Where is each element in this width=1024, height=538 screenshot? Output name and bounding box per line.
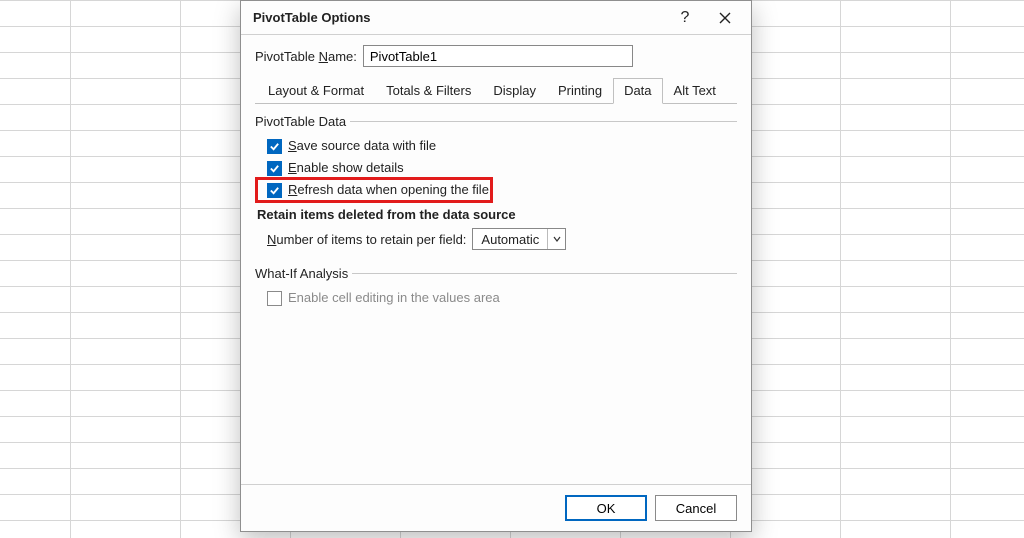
dialog-title: PivotTable Options [253, 10, 665, 25]
dialog-body: PivotTable Name: Layout & Format Totals … [241, 35, 751, 484]
name-label: PivotTable Name: [255, 49, 357, 64]
tab-printing[interactable]: Printing [547, 78, 613, 104]
select-retain-items-value: Automatic [473, 232, 547, 247]
checkbox-refresh-on-open[interactable] [267, 183, 282, 198]
pivottable-name-input[interactable] [363, 45, 633, 67]
check-icon [269, 141, 280, 152]
label-refresh-on-open: Refresh data when opening the file [288, 181, 489, 199]
row-enable-cell-editing: Enable cell editing in the values area [257, 287, 735, 309]
check-icon [269, 185, 280, 196]
title-bar: PivotTable Options ? [241, 1, 751, 35]
close-icon [719, 12, 731, 24]
retain-heading: Retain items deleted from the data sourc… [257, 201, 735, 226]
select-retain-items-button[interactable] [547, 229, 565, 249]
label-retain-items: Number of items to retain per field: [267, 232, 466, 247]
group-pivottable-data-legend: PivotTable Data [255, 114, 350, 129]
group-pivottable-data: PivotTable Data Save source data with fi… [255, 114, 737, 256]
tab-alt-text[interactable]: Alt Text [663, 78, 727, 104]
cancel-button[interactable]: Cancel [655, 495, 737, 521]
name-row: PivotTable Name: [255, 45, 737, 67]
row-retain-items: Number of items to retain per field: Aut… [257, 226, 735, 252]
close-button[interactable] [705, 4, 745, 32]
check-icon [269, 163, 280, 174]
tab-totals-filters[interactable]: Totals & Filters [375, 78, 482, 104]
tab-strip: Layout & Format Totals & Filters Display… [255, 77, 737, 104]
checkbox-enable-show-details[interactable] [267, 161, 282, 176]
tab-layout-format[interactable]: Layout & Format [257, 78, 375, 104]
tab-data[interactable]: Data [613, 78, 662, 104]
checkbox-enable-cell-editing [267, 291, 282, 306]
dialog-footer: OK Cancel [241, 484, 751, 531]
row-enable-show-details: Enable show details [257, 157, 735, 179]
label-enable-show-details: Enable show details [288, 159, 404, 177]
row-save-source-data: Save source data with file [257, 135, 735, 157]
help-button[interactable]: ? [665, 4, 705, 32]
checkbox-save-source-data[interactable] [267, 139, 282, 154]
chevron-down-icon [553, 235, 561, 243]
pivottable-options-dialog: PivotTable Options ? PivotTable Name: La… [240, 0, 752, 532]
ok-button[interactable]: OK [565, 495, 647, 521]
label-save-source-data: Save source data with file [288, 137, 436, 155]
tab-display[interactable]: Display [482, 78, 547, 104]
row-refresh-on-open: Refresh data when opening the file [257, 179, 491, 201]
label-enable-cell-editing: Enable cell editing in the values area [288, 289, 500, 307]
group-whatif-legend: What-If Analysis [255, 266, 352, 281]
group-whatif: What-If Analysis Enable cell editing in … [255, 266, 737, 313]
select-retain-items[interactable]: Automatic [472, 228, 566, 250]
